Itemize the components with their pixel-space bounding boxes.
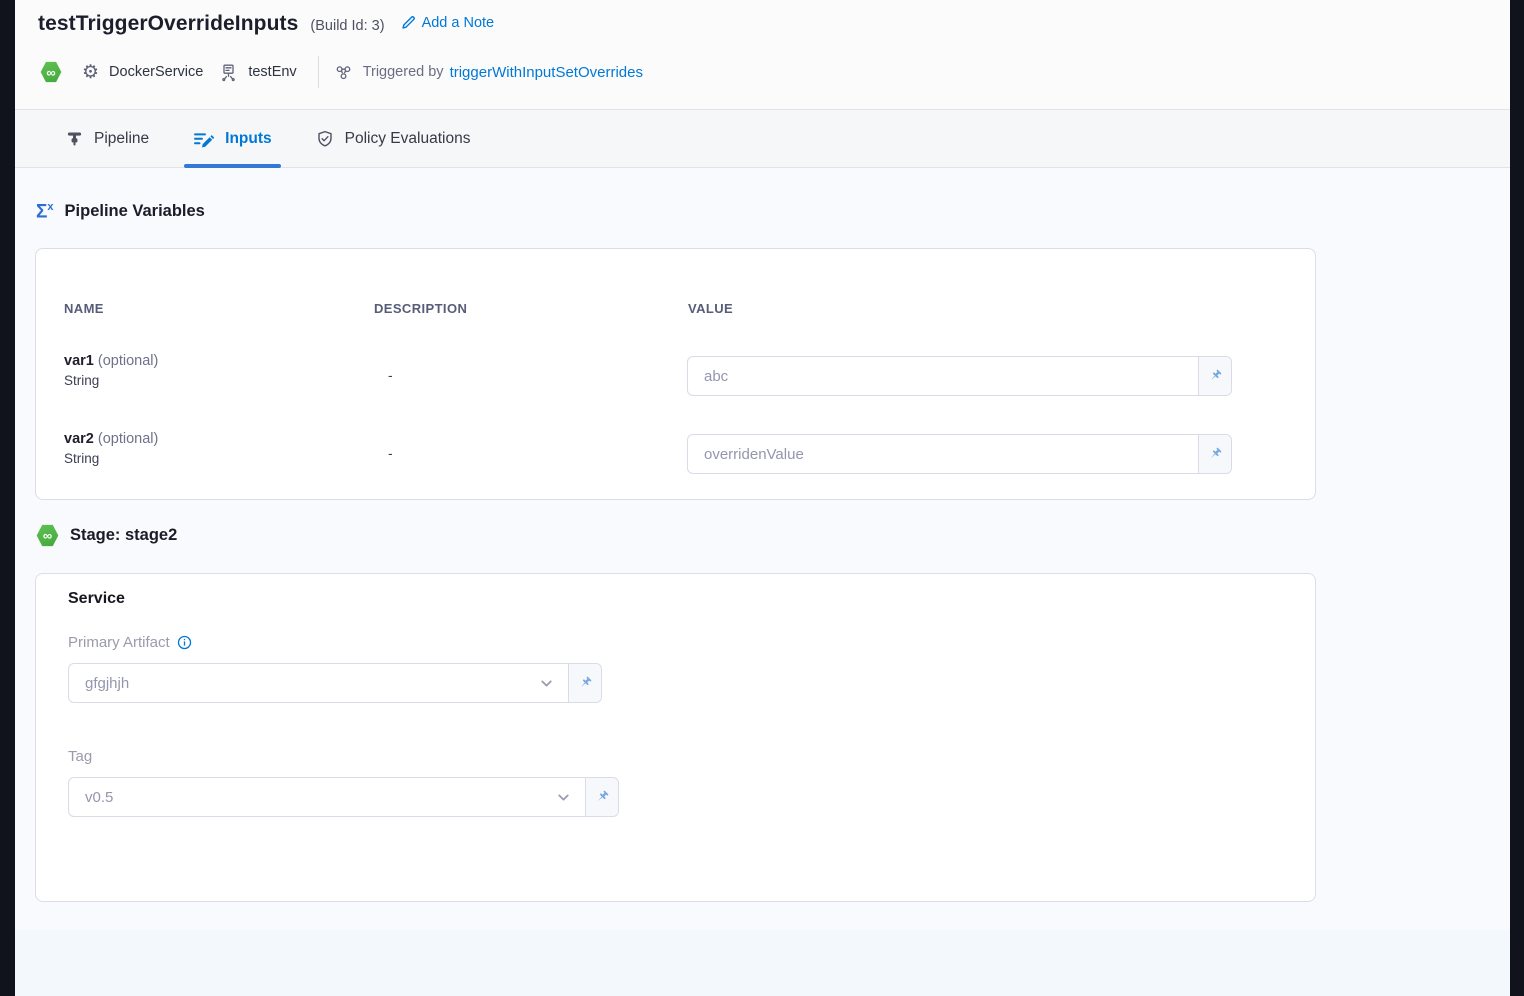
pin-icon xyxy=(1207,368,1223,384)
service-section-title: Service xyxy=(68,590,125,608)
left-dark-edge xyxy=(0,0,15,996)
variable-type: String xyxy=(64,373,158,388)
variable-optional-label: (optional) xyxy=(94,431,158,447)
pipeline-variables-card: NAME DESCRIPTION VALUE var1 (optional) S… xyxy=(35,248,1316,500)
variable-type: String xyxy=(64,451,158,466)
variable-value-input[interactable]: overridenValue xyxy=(688,435,1198,473)
trigger-icon xyxy=(334,63,353,82)
pipeline-tab-icon xyxy=(66,130,83,147)
pin-button[interactable] xyxy=(1198,435,1231,473)
pin-icon xyxy=(594,789,610,805)
variables-sigma-icon: Σx xyxy=(36,202,54,221)
triggered-by-label: Triggered by xyxy=(363,64,444,80)
environment-icon xyxy=(219,63,238,82)
pipeline-status-icon: ∞ xyxy=(40,61,62,83)
tab-pipeline[interactable]: Pipeline xyxy=(57,110,158,167)
variable-name-line: var2 (optional) xyxy=(64,431,158,447)
service-card: Service Primary Artifact gfgjhjh xyxy=(35,573,1316,902)
variable-optional-label: (optional) xyxy=(94,353,158,369)
service-gear-icon: ⚙ xyxy=(82,63,99,82)
info-icon[interactable] xyxy=(177,635,192,650)
primary-artifact-select[interactable]: gfgjhjh xyxy=(69,664,539,702)
environment-name-label: testEnv xyxy=(248,64,296,80)
column-header-name: NAME xyxy=(64,301,104,316)
primary-artifact-label-row: Primary Artifact xyxy=(68,634,192,651)
variable-row-name: var1 (optional) String xyxy=(64,353,158,388)
pencil-icon xyxy=(401,15,416,30)
chevron-down-icon xyxy=(556,778,585,816)
primary-artifact-select-group: gfgjhjh xyxy=(68,663,602,703)
trigger-link[interactable]: triggerWithInputSetOverrides xyxy=(450,64,643,81)
page-title: testTriggerOverrideInputs xyxy=(38,12,298,36)
stage-status-icon: ∞ xyxy=(36,524,59,547)
pin-button[interactable] xyxy=(585,778,618,816)
tab-inputs-label: Inputs xyxy=(225,130,272,148)
tab-policy-evaluations[interactable]: Policy Evaluations xyxy=(307,110,480,167)
column-header-description: DESCRIPTION xyxy=(374,301,467,316)
sigma-glyph: Σ xyxy=(36,201,47,222)
content-footer-band xyxy=(15,930,1510,996)
meta-divider xyxy=(318,56,319,88)
pin-icon xyxy=(577,675,593,691)
right-dark-edge xyxy=(1510,0,1524,996)
execution-header: testTriggerOverrideInputs (Build Id: 3) … xyxy=(15,0,1510,110)
infinity-glyph: ∞ xyxy=(46,65,55,80)
tag-select[interactable]: v0.5 xyxy=(69,778,556,816)
pin-icon xyxy=(1207,446,1223,462)
stage-title: Stage: stage2 xyxy=(70,526,177,545)
infinity-glyph: ∞ xyxy=(43,528,52,543)
inputs-tab-content: Σx Pipeline Variables NAME DESCRIPTION V… xyxy=(15,168,1510,996)
sigma-sup-glyph: x xyxy=(47,201,53,213)
tab-inputs[interactable]: Inputs xyxy=(184,110,281,167)
inputs-tab-icon xyxy=(193,130,214,148)
pipeline-variables-heading: Σx Pipeline Variables xyxy=(36,202,205,221)
execution-meta-row: ∞ ⚙ DockerService testEnv xyxy=(40,56,643,88)
stage-heading: ∞ Stage: stage2 xyxy=(36,524,177,547)
chevron-down-icon xyxy=(539,664,568,702)
variable-description: - xyxy=(388,367,393,383)
primary-artifact-label: Primary Artifact xyxy=(68,634,170,651)
shield-check-icon xyxy=(316,130,334,148)
variable-name: var1 xyxy=(64,353,94,369)
tab-pipeline-label: Pipeline xyxy=(94,130,149,148)
variable-value-input-group: abc xyxy=(687,356,1232,396)
pin-button[interactable] xyxy=(568,664,601,702)
column-header-value: VALUE xyxy=(688,301,733,316)
tab-policy-evaluations-label: Policy Evaluations xyxy=(345,130,471,148)
variable-description: - xyxy=(388,445,393,461)
tag-select-group: v0.5 xyxy=(68,777,619,817)
add-note-label: Add a Note xyxy=(422,15,495,31)
variable-name: var2 xyxy=(64,431,94,447)
build-id-label: (Build Id: 3) xyxy=(310,18,384,34)
title-row: testTriggerOverrideInputs (Build Id: 3) … xyxy=(38,12,494,36)
pipeline-variables-title: Pipeline Variables xyxy=(65,202,205,221)
variable-value-input[interactable]: abc xyxy=(688,357,1198,395)
add-note-button[interactable]: Add a Note xyxy=(401,15,495,31)
service-name-label: DockerService xyxy=(109,64,203,80)
variable-value-input-group: overridenValue xyxy=(687,434,1232,474)
tag-label-row: Tag xyxy=(68,748,92,765)
execution-screen: testTriggerOverrideInputs (Build Id: 3) … xyxy=(0,0,1524,996)
pin-button[interactable] xyxy=(1198,357,1231,395)
tag-label: Tag xyxy=(68,748,92,765)
execution-page: testTriggerOverrideInputs (Build Id: 3) … xyxy=(15,0,1510,996)
variable-row-name: var2 (optional) String xyxy=(64,431,158,466)
execution-tabbar: Pipeline Inputs Policy Eva xyxy=(15,110,1510,168)
variable-name-line: var1 (optional) xyxy=(64,353,158,369)
